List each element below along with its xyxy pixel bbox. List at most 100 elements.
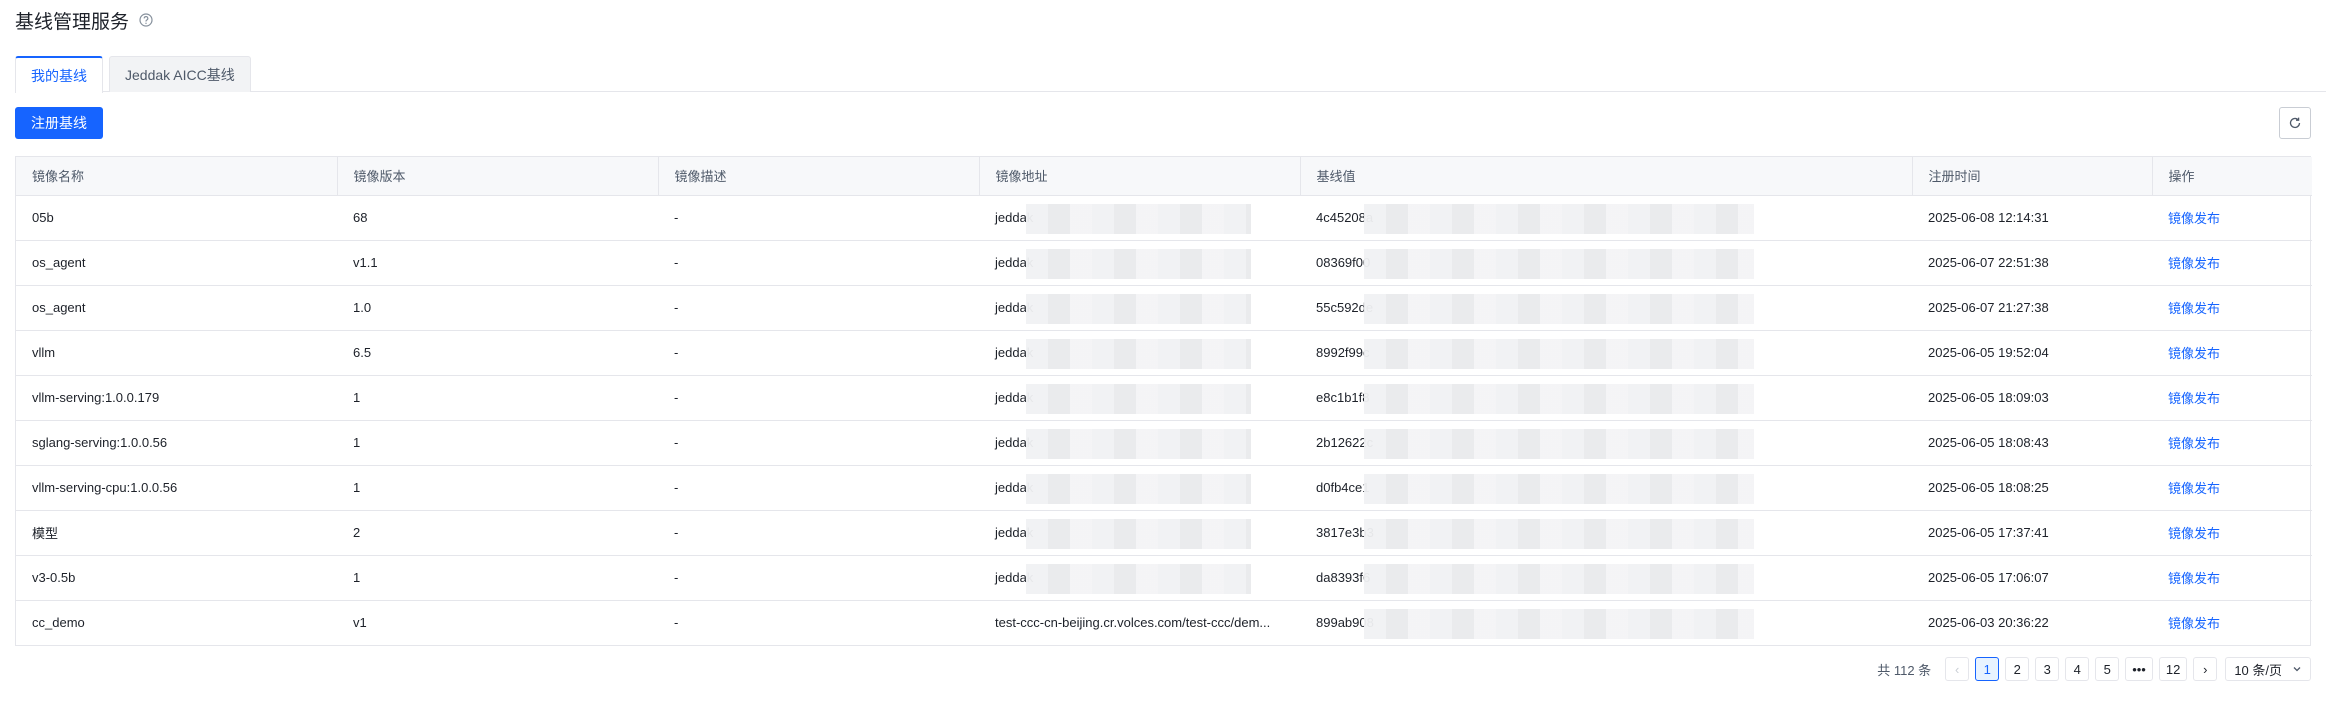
cell-register-time: 2025-06-08 12:14:31: [1912, 195, 2152, 241]
cell-image-desc: -: [658, 330, 979, 376]
redaction-mask: [1364, 608, 1754, 639]
page-ellipsis-button[interactable]: •••: [2125, 657, 2153, 681]
table-row: v3-0.5b 1- jeddak da8393f6 2025-06-05 17:06:…: [16, 555, 2312, 601]
cell-image-address: jeddak: [979, 555, 1300, 601]
redaction-mask: [1026, 383, 1251, 414]
cell-image-address: test-ccc-cn-beijing.cr.volces.com/test-c…: [995, 615, 1271, 631]
cell-image-desc: -: [658, 375, 979, 421]
question-circle-icon[interactable]: [139, 13, 153, 27]
cell-baseline-value: 3817e3b3: [1300, 510, 1912, 556]
cell-image-desc: -: [658, 465, 979, 511]
column-header: 注册时间: [1912, 157, 2153, 196]
publish-image-link[interactable]: 镜像发布: [2168, 526, 2220, 541]
next-page-button[interactable]: ›: [2193, 657, 2218, 681]
redaction-mask: [1364, 293, 1754, 324]
table-header-row: 镜像名称 镜像版本 镜像描述 镜像地址 基线值 注册时间 操作: [16, 157, 2312, 196]
refresh-button[interactable]: [2279, 107, 2311, 139]
page-button[interactable]: 4: [2065, 657, 2090, 681]
cell-baseline-value: da8393f6: [1300, 555, 1912, 601]
column-header: 基线值: [1300, 157, 1913, 196]
cell-image-name: vllm-serving:1.0.0.179: [16, 375, 337, 421]
cell-image-name: os_agent: [16, 240, 337, 286]
page-header: 基线管理服务: [15, 6, 153, 34]
redaction-mask: [1364, 383, 1754, 414]
page-button[interactable]: 2: [2005, 657, 2030, 681]
total-count: 共 112 条: [1877, 662, 1932, 678]
page-button[interactable]: 5: [2095, 657, 2120, 681]
cell-image-desc: -: [658, 510, 979, 556]
cell-image-address: jeddak: [979, 240, 1300, 286]
cell-baseline-value: 899ab908: [1300, 600, 1912, 645]
page-title: 基线管理服务: [15, 11, 130, 33]
cell-image-version: 1: [337, 420, 658, 466]
publish-image-link[interactable]: 镜像发布: [2168, 571, 2220, 586]
tab-my-baseline[interactable]: 我的基线: [15, 56, 103, 93]
publish-image-link[interactable]: 镜像发布: [2168, 301, 2220, 316]
publish-image-link[interactable]: 镜像发布: [2168, 481, 2220, 496]
register-baseline-button[interactable]: 注册基线: [15, 107, 103, 139]
cell-image-name: 05b: [16, 195, 337, 241]
redaction-mask: [1364, 518, 1754, 549]
page-size-label: 10 条/页: [2234, 662, 2282, 678]
cell-image-desc: -: [658, 420, 979, 466]
prev-page-button[interactable]: ‹: [1945, 657, 1970, 681]
table-row: vllm-serving-cpu:1.0.0.56 1- jeddak d0fb4ce…: [16, 465, 2312, 511]
cell-operation: 镜像发布: [2152, 555, 2312, 601]
cell-image-desc: -: [658, 555, 979, 601]
cell-register-time: 2025-06-05 18:09:03: [1912, 375, 2152, 421]
cell-operation: 镜像发布: [2152, 510, 2312, 556]
column-header: 镜像地址: [979, 157, 1301, 196]
table-row: cc_demo v1 - test-ccc-cn-beijing.cr.volces.…: [16, 600, 2312, 645]
redaction-mask: [1364, 203, 1754, 234]
cell-register-time: 2025-06-07 22:51:38: [1912, 240, 2152, 286]
redaction-mask: [1364, 338, 1754, 369]
publish-image-link[interactable]: 镜像发布: [2168, 346, 2220, 361]
cell-operation: 镜像发布: [2152, 600, 2312, 645]
redaction-mask: [1026, 563, 1251, 594]
redaction-mask: [1026, 338, 1251, 369]
publish-image-link[interactable]: 镜像发布: [2168, 211, 2220, 226]
publish-image-link[interactable]: 镜像发布: [2168, 391, 2220, 406]
cell-image-version: v1.1: [337, 240, 658, 286]
cell-register-time: 2025-06-05 19:52:04: [1912, 330, 2152, 376]
table-row: vllm-serving:1.0.0.179 1- jeddak e8c1b1f8 20…: [16, 375, 2312, 421]
table-row: os_agent 1.0- jeddak 55c592de 2025-06-07 21:…: [16, 285, 2312, 331]
cell-image-address: jeddak: [979, 285, 1300, 331]
cell-register-time: 2025-06-05 18:08:25: [1912, 465, 2152, 511]
column-header: 操作: [2152, 157, 2312, 196]
page-button[interactable]: 1: [1975, 657, 2000, 681]
cell-baseline-value: 8992f99c: [1300, 330, 1912, 376]
cell-operation: 镜像发布: [2152, 375, 2312, 421]
cell-image-address: jeddak: [979, 195, 1300, 241]
cell-image-name: sglang-serving:1.0.0.56: [16, 420, 337, 466]
table-row: 模型 2- jeddak 3817e3b3 2025-06-05 17:37:41 镜像发…: [16, 510, 2312, 556]
cell-baseline-value: 55c592de: [1300, 285, 1912, 331]
cell-image-address: jeddak: [979, 375, 1300, 421]
cell-operation: 镜像发布: [2152, 465, 2312, 511]
chevron-down-icon: [2293, 667, 2301, 672]
redaction-mask: [1364, 248, 1754, 279]
cell-image-version: v1: [353, 615, 367, 631]
cell-image-address: jeddak: [979, 330, 1300, 376]
cell-image-version: 1: [337, 375, 658, 421]
publish-image-link[interactable]: 镜像发布: [2168, 436, 2220, 451]
page-button[interactable]: 3: [2035, 657, 2060, 681]
publish-image-link[interactable]: 镜像发布: [2168, 616, 2220, 631]
redaction-mask: [1026, 248, 1251, 279]
redaction-mask: [1026, 428, 1251, 459]
cell-image-address: jeddak: [979, 510, 1300, 556]
tab-jeddak-aicc-baseline[interactable]: Jeddak AICC基线: [109, 56, 251, 92]
cell-operation: 镜像发布: [2152, 240, 2312, 286]
cell-operation: 镜像发布: [2152, 195, 2312, 241]
column-header: 镜像版本: [337, 157, 659, 196]
redaction-mask: [1026, 203, 1251, 234]
cell-image-name: 模型: [16, 510, 337, 556]
cell-image-version: 6.5: [337, 330, 658, 376]
redaction-mask: [1364, 563, 1754, 594]
publish-image-link[interactable]: 镜像发布: [2168, 256, 2220, 271]
cell-operation: 镜像发布: [2152, 285, 2312, 331]
page-button[interactable]: 12: [2158, 657, 2188, 681]
page-size-select[interactable]: 10 条/页: [2225, 657, 2311, 681]
cell-register-time: 2025-06-07 21:27:38: [1912, 285, 2152, 331]
redaction-mask: [1364, 473, 1754, 504]
